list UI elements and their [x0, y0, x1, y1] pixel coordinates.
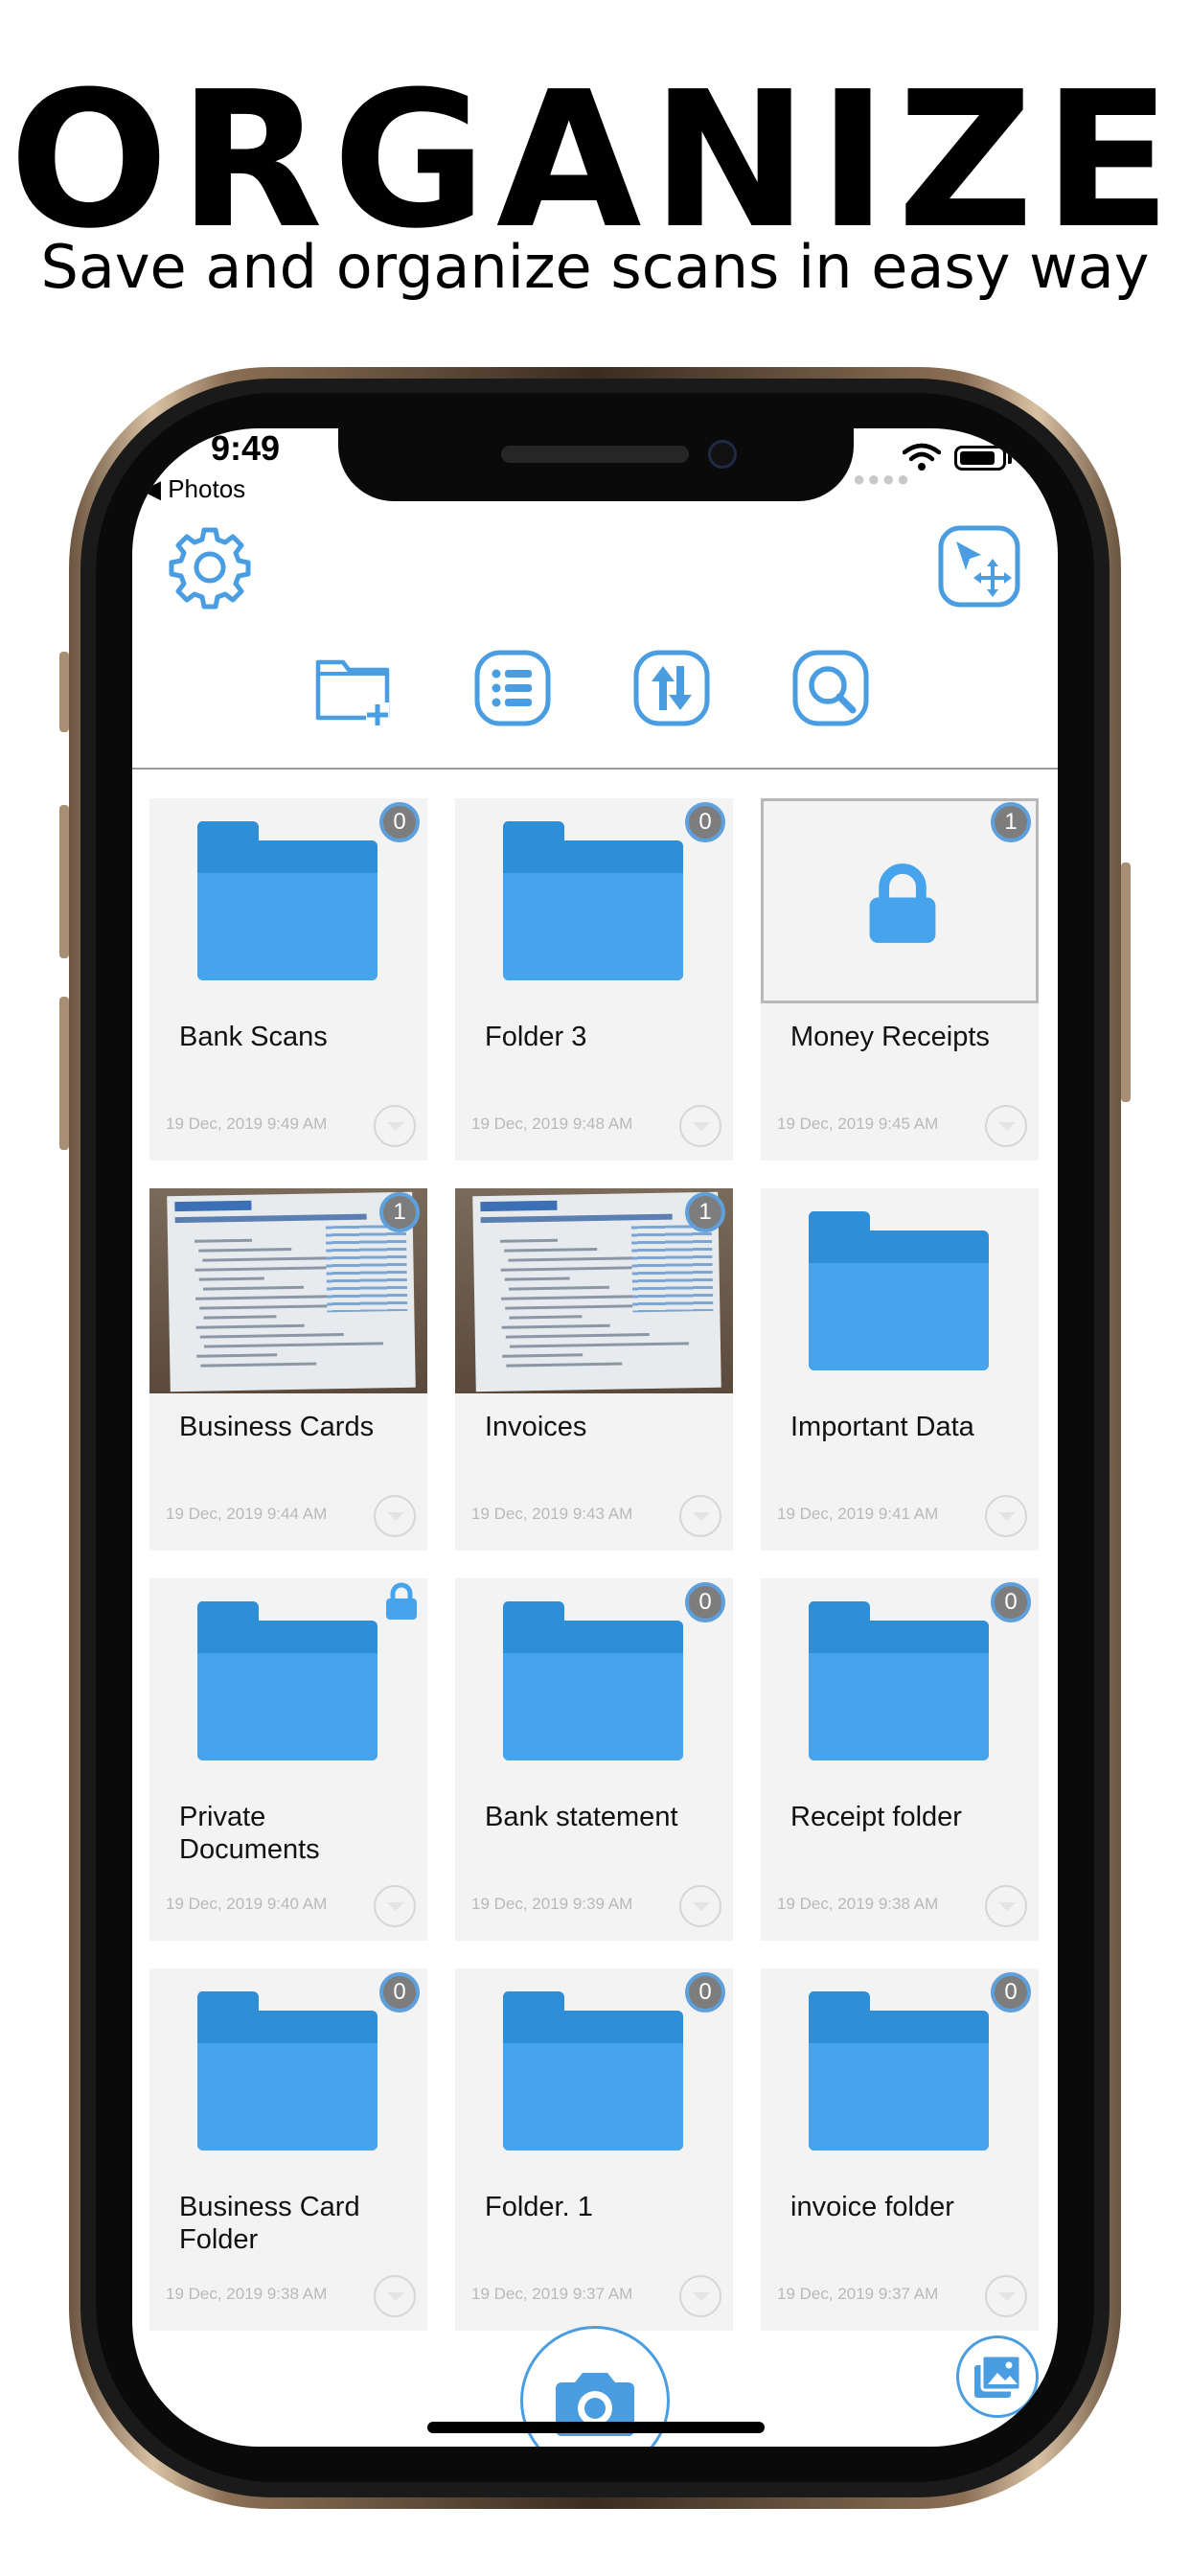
item-count-badge: 0	[685, 1582, 725, 1622]
folder-card[interactable]: 0 Bank statement 19 Dec, 2019 9:39 AM	[455, 1578, 733, 1941]
status-time: 9:49	[211, 428, 281, 468]
lock-icon	[869, 863, 936, 943]
folder-icon	[503, 1991, 683, 2150]
folder-card[interactable]: 1 Invoices 19 Dec, 2019 9:43 AM	[455, 1188, 733, 1551]
folder-icon	[197, 1601, 378, 1760]
item-count-badge: 1	[379, 1192, 420, 1232]
folder-date: 19 Dec, 2019 9:39 AM	[471, 1895, 633, 1913]
chevron-down-icon[interactable]	[985, 1105, 1027, 1147]
item-count-badge: 0	[379, 802, 420, 842]
side-button-left-1	[59, 652, 69, 732]
folder-date: 19 Dec, 2019 9:43 AM	[471, 1505, 633, 1523]
folder-icon	[503, 821, 683, 980]
item-count-badge: 1	[685, 1192, 725, 1232]
folder-name: Important Data	[790, 1412, 974, 1442]
side-button-right	[1121, 862, 1131, 1102]
folder-icon	[809, 1601, 989, 1760]
side-button-left-3	[59, 997, 69, 1150]
private-lock-badge	[384, 1582, 419, 1621]
headline: ORGANIZE	[9, 52, 1181, 270]
folder-card[interactable]: 0 Bank Scans 19 Dec, 2019 9:49 AM	[149, 798, 427, 1161]
folder-date: 19 Dec, 2019 9:37 AM	[471, 2285, 633, 2303]
chevron-down-icon[interactable]	[679, 1495, 721, 1537]
app-screen: 9:49 ◀ Photos ●●●● 0 Bank Scans 19 Dec, …	[132, 428, 1058, 2447]
folder-name: Bank statement	[485, 1802, 678, 1832]
folder-icon	[503, 1601, 683, 1760]
folder-card[interactable]: 0 Receipt folder 19 Dec, 2019 9:38 AM	[761, 1578, 1039, 1941]
chevron-down-icon[interactable]	[374, 1885, 416, 1927]
chevron-down-icon[interactable]	[374, 1105, 416, 1147]
folder-name: Bank Scans	[179, 1022, 328, 1052]
folder-name: Folder 3	[485, 1022, 587, 1052]
folder-icon	[197, 821, 378, 980]
move-arrows-icon[interactable]	[937, 524, 1021, 609]
toolbar-divider	[132, 768, 1058, 770]
item-count-badge: 0	[991, 1972, 1031, 2012]
battery-icon	[954, 446, 1012, 471]
folder-date: 19 Dec, 2019 9:45 AM	[777, 1115, 939, 1133]
chevron-down-icon[interactable]	[679, 1105, 721, 1147]
sort-icon[interactable]	[632, 649, 711, 727]
chevron-down-icon[interactable]	[985, 2275, 1027, 2317]
folder-icon	[809, 1991, 989, 2150]
folder-name: Private Documents	[179, 1802, 320, 1865]
speaker	[501, 446, 689, 463]
folder-name: Receipt folder	[790, 1802, 962, 1832]
folder-card[interactable]: 1 Business Cards 19 Dec, 2019 9:44 AM	[149, 1188, 427, 1551]
item-count-badge: 1	[991, 802, 1031, 842]
chevron-down-icon[interactable]	[679, 1885, 721, 1927]
chevron-down-icon[interactable]	[374, 2275, 416, 2317]
gallery-button[interactable]	[956, 2335, 1039, 2418]
folder-date: 19 Dec, 2019 9:49 AM	[166, 1115, 328, 1133]
folder-icon	[197, 1991, 378, 2150]
wifi-icon	[903, 443, 941, 471]
folder-date: 19 Dec, 2019 9:44 AM	[166, 1505, 328, 1523]
list-view-icon[interactable]	[473, 649, 552, 727]
folder-date: 19 Dec, 2019 9:38 AM	[166, 2285, 328, 2303]
gallery-icon	[974, 2354, 1022, 2398]
lock-icon	[386, 1582, 417, 1620]
folder-date: 19 Dec, 2019 9:48 AM	[471, 1115, 633, 1133]
folder-card[interactable]: 0 Folder 3 19 Dec, 2019 9:48 AM	[455, 798, 733, 1161]
chevron-down-icon[interactable]	[374, 1495, 416, 1537]
folder-date: 19 Dec, 2019 9:41 AM	[777, 1505, 939, 1523]
back-to-photos-link[interactable]: ◀ Photos	[142, 474, 245, 504]
folder-date: 19 Dec, 2019 9:38 AM	[777, 1895, 939, 1913]
item-count-badge: 0	[685, 1972, 725, 2012]
home-indicator	[427, 2422, 765, 2433]
item-count-badge: 0	[991, 1582, 1031, 1622]
folder-name: Business Cards	[179, 1412, 375, 1442]
new-folder-icon[interactable]	[314, 649, 393, 727]
folder-name: Folder. 1	[485, 2192, 593, 2222]
folder-name: invoice folder	[790, 2192, 954, 2222]
folder-card[interactable]: 0 Folder. 1 19 Dec, 2019 9:37 AM	[455, 1968, 733, 2331]
folder-date: 19 Dec, 2019 9:40 AM	[166, 1895, 328, 1913]
side-button-left-2	[59, 805, 69, 958]
folder-card[interactable]: 0 invoice folder 19 Dec, 2019 9:37 AM	[761, 1968, 1039, 2331]
folder-name: Money Receipts	[790, 1022, 990, 1052]
folder-date: 19 Dec, 2019 9:37 AM	[777, 2285, 939, 2303]
folder-card[interactable]: 1 Money Receipts 19 Dec, 2019 9:45 AM	[761, 798, 1039, 1161]
notch	[338, 428, 854, 501]
folder-name: Invoices	[485, 1412, 587, 1442]
folder-card[interactable]: 0 Business Card Folder 19 Dec, 2019 9:38 A…	[149, 1968, 427, 2331]
folder-card[interactable]: Important Data 19 Dec, 2019 9:41 AM	[761, 1188, 1039, 1551]
item-count-badge: 0	[685, 802, 725, 842]
folder-name: Business Card Folder	[179, 2192, 360, 2255]
chevron-down-icon[interactable]	[679, 2275, 721, 2317]
folder-icon	[809, 1211, 989, 1370]
gear-icon[interactable]	[167, 524, 253, 610]
subline: Save and organize scans in easy way	[40, 232, 1150, 302]
chevron-down-icon[interactable]	[985, 1885, 1027, 1927]
front-camera	[708, 440, 737, 469]
folder-card[interactable]: Private Documents 19 Dec, 2019 9:40 AM	[149, 1578, 427, 1941]
search-icon[interactable]	[791, 649, 870, 727]
item-count-badge: 0	[379, 1972, 420, 2012]
chevron-down-icon[interactable]	[985, 1495, 1027, 1537]
